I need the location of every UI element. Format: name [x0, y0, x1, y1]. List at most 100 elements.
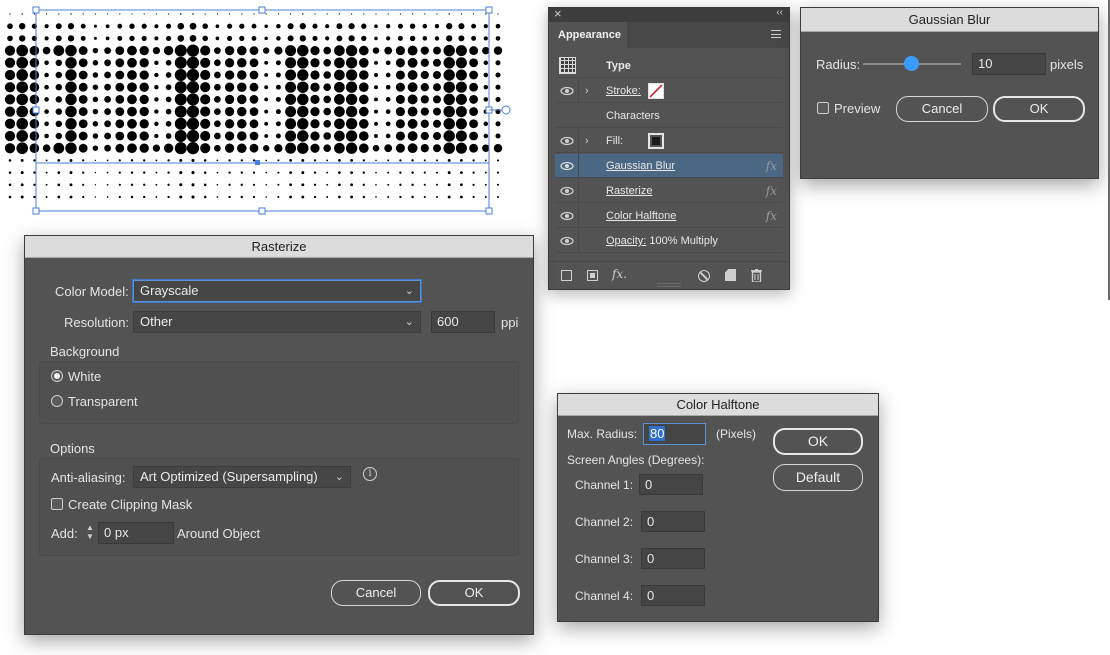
channel-2-input[interactable]: 0: [641, 511, 705, 532]
ppi-input[interactable]: 600: [431, 311, 495, 333]
visibility-eye-icon[interactable]: [555, 179, 579, 203]
halftone-dot: [289, 183, 292, 187]
appearance-row-label[interactable]: Rasterize: [606, 179, 652, 203]
add-new-stroke-icon[interactable]: [561, 270, 572, 281]
halftone-dot: [55, 108, 63, 115]
resolution-dropdown[interactable]: Other ⌄: [133, 311, 421, 333]
ok-button[interactable]: OK: [993, 96, 1085, 122]
channel-1-input[interactable]: 0: [639, 474, 703, 495]
radius-input[interactable]: 10: [972, 53, 1046, 75]
clear-appearance-icon[interactable]: [698, 270, 710, 282]
halftone-dot: [325, 36, 330, 41]
white-radio[interactable]: [51, 370, 63, 382]
appearance-row-stroke[interactable]: › Stroke:: [555, 79, 783, 103]
add-input[interactable]: 0 px: [98, 522, 174, 544]
info-icon[interactable]: i: [363, 467, 377, 481]
halftone-dot: [16, 105, 29, 118]
halftone-dot: [139, 106, 149, 117]
add-stepper-icon[interactable]: ▲ ▼: [83, 523, 97, 543]
transparent-label[interactable]: Transparent: [68, 394, 138, 409]
chevron-right-icon[interactable]: ›: [585, 129, 589, 153]
rotate-handle: [501, 105, 511, 115]
halftone-dot: [58, 13, 60, 15]
white-label[interactable]: White: [68, 369, 101, 384]
halftone-dot: [57, 171, 61, 174]
halftone-dot: [252, 159, 256, 162]
color-model-dropdown[interactable]: Grayscale ⌄: [133, 280, 421, 302]
halftone-dot: [495, 133, 501, 139]
preview-checkbox[interactable]: [817, 102, 829, 114]
halftone-dot: [70, 13, 72, 15]
appearance-row-label[interactable]: Stroke:: [606, 79, 641, 103]
close-icon[interactable]: ×: [554, 6, 562, 21]
halftone-dot: [53, 45, 65, 56]
channel-3-input[interactable]: 0: [641, 548, 705, 569]
visibility-eye-icon[interactable]: [555, 154, 579, 178]
halftone-dot: [92, 145, 99, 151]
tab-appearance[interactable]: Appearance: [549, 22, 627, 48]
halftone-dot: [127, 82, 137, 93]
halftone-dot: [216, 171, 219, 174]
transparent-radio[interactable]: [51, 395, 63, 407]
halftone-dot: [362, 159, 365, 162]
halftone-dot: [200, 69, 211, 81]
halftone-dot: [228, 159, 231, 162]
radius-slider[interactable]: [863, 56, 961, 71]
appearance-row-color-halftone[interactable]: Color Halftone fx: [555, 204, 783, 228]
add-new-fill-icon[interactable]: [587, 270, 598, 281]
gaussian-blur-dialog: Gaussian Blur Radius: 10 pixels Preview …: [800, 7, 1099, 179]
halftone-dot: [483, 24, 488, 29]
anti-aliasing-dropdown[interactable]: Art Optimized (Supersampling) ⌄: [133, 466, 351, 488]
visibility-eye-icon[interactable]: [555, 229, 579, 253]
visibility-eye-icon[interactable]: [555, 129, 579, 153]
duplicate-item-icon[interactable]: [725, 269, 736, 281]
halftone-dot: [45, 196, 48, 198]
halftone-dot: [422, 23, 428, 29]
appearance-row-label[interactable]: Gaussian Blur: [606, 154, 675, 178]
halftone-dot: [385, 97, 391, 102]
clipping-mask-label[interactable]: Create Clipping Mask: [68, 497, 192, 512]
clipping-mask-checkbox[interactable]: [51, 498, 63, 510]
halftone-dot: [436, 159, 438, 162]
appearance-row-label[interactable]: Color Halftone: [606, 204, 676, 228]
ok-button[interactable]: OK: [773, 428, 863, 455]
chevron-right-icon[interactable]: ›: [585, 79, 589, 103]
appearance-row-fill[interactable]: › Fill:: [555, 129, 783, 153]
cancel-button[interactable]: Cancel: [896, 96, 988, 122]
halftone-artwork[interactable]: [0, 0, 520, 222]
cancel-button[interactable]: Cancel: [331, 580, 421, 606]
panel-menu-icon[interactable]: [771, 30, 781, 38]
fill-swatch-icon[interactable]: [648, 133, 664, 149]
halftone-dot: [155, 159, 158, 162]
appearance-row-characters[interactable]: Characters: [555, 104, 783, 128]
halftone-dot: [16, 130, 29, 142]
add-new-effect-icon[interactable]: fx.: [612, 267, 627, 281]
appearance-row-rasterize[interactable]: Rasterize fx: [555, 179, 783, 203]
max-radius-input[interactable]: 80: [643, 423, 706, 445]
halftone-dot: [275, 60, 281, 66]
halftone-dot: [224, 131, 235, 141]
appearance-row-label[interactable]: Opacity: 100% Multiply: [606, 229, 718, 253]
appearance-row-gaussian-blur[interactable]: Gaussian Blur fx: [555, 154, 783, 178]
appearance-row-type[interactable]: Type: [555, 54, 783, 78]
halftone-dot: [448, 13, 450, 15]
default-button[interactable]: Default: [773, 464, 863, 491]
visibility-eye-icon[interactable]: [555, 204, 579, 228]
halftone-dot: [82, 13, 84, 15]
halftone-dot: [179, 183, 183, 187]
collapse-icon[interactable]: ‹‹: [776, 7, 783, 18]
halftone-dot: [239, 35, 245, 42]
ok-button[interactable]: OK: [428, 580, 520, 606]
appearance-row-opacity[interactable]: Opacity: 100% Multiply: [555, 229, 783, 253]
resize-grip[interactable]: [657, 283, 681, 287]
channel-4-input[interactable]: 0: [641, 585, 705, 606]
preview-label[interactable]: Preview: [834, 101, 880, 116]
visibility-eye-icon[interactable]: [555, 79, 579, 103]
halftone-dot: [92, 47, 99, 54]
radius-slider-thumb[interactable]: [903, 56, 919, 71]
halftone-dot: [237, 58, 247, 68]
trash-icon[interactable]: [751, 269, 762, 283]
stroke-swatch-icon[interactable]: [648, 83, 664, 99]
halftone-dot: [130, 171, 134, 174]
halftone-dot: [345, 57, 358, 69]
